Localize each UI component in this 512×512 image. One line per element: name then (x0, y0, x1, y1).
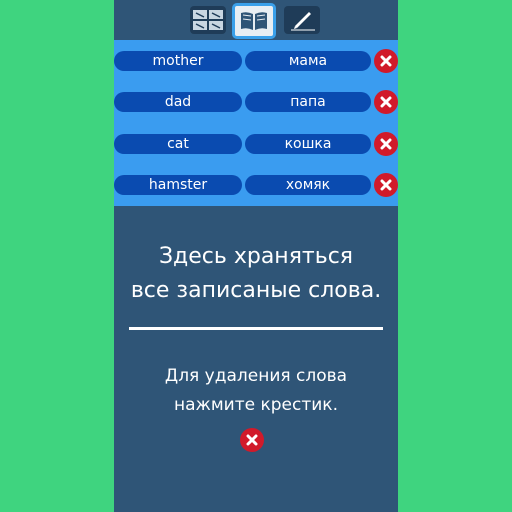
close-icon (380, 138, 392, 150)
delete-icon-example (240, 428, 264, 452)
delete-button[interactable] (374, 49, 398, 73)
info-panel: Здесь храняться все записаные слова. Для… (114, 206, 398, 512)
top-toolbar (114, 0, 398, 40)
translation-pill[interactable]: папа (245, 92, 371, 112)
close-icon (380, 179, 392, 191)
list-item: dad папа (114, 90, 398, 114)
translation-pill[interactable]: кошка (245, 134, 371, 154)
list-item: mother мама (114, 49, 398, 73)
info-title: Здесь храняться все записаные слова. (130, 244, 382, 303)
close-icon (246, 434, 258, 446)
divider (129, 327, 383, 330)
tab-vocabulary-cards[interactable] (190, 6, 226, 34)
translation-pill[interactable]: хомяк (245, 175, 371, 195)
list-item: hamster хомяк (114, 173, 398, 197)
delete-button[interactable] (374, 173, 398, 197)
list-item: cat кошка (114, 132, 398, 156)
grid-icon (193, 10, 223, 30)
word-pill[interactable]: dad (114, 92, 242, 112)
tab-word-list[interactable] (232, 3, 276, 39)
close-icon (380, 55, 392, 67)
book-icon (241, 12, 267, 30)
pen-icon (291, 12, 315, 31)
word-pill[interactable]: cat (114, 134, 242, 154)
delete-button[interactable] (374, 90, 398, 114)
word-pill[interactable]: hamster (114, 175, 242, 195)
word-pill[interactable]: mother (114, 51, 242, 71)
app-panel: mother мама dad папа cat кошка hamster х… (114, 0, 398, 512)
close-icon (380, 96, 392, 108)
info-hint: Для удаления слова нажмите крестик. (164, 366, 348, 415)
translation-pill[interactable]: мама (245, 51, 371, 71)
tab-add-word[interactable] (284, 6, 320, 34)
delete-button[interactable] (374, 132, 398, 156)
word-list: mother мама dad папа cat кошка hamster х… (114, 40, 398, 206)
